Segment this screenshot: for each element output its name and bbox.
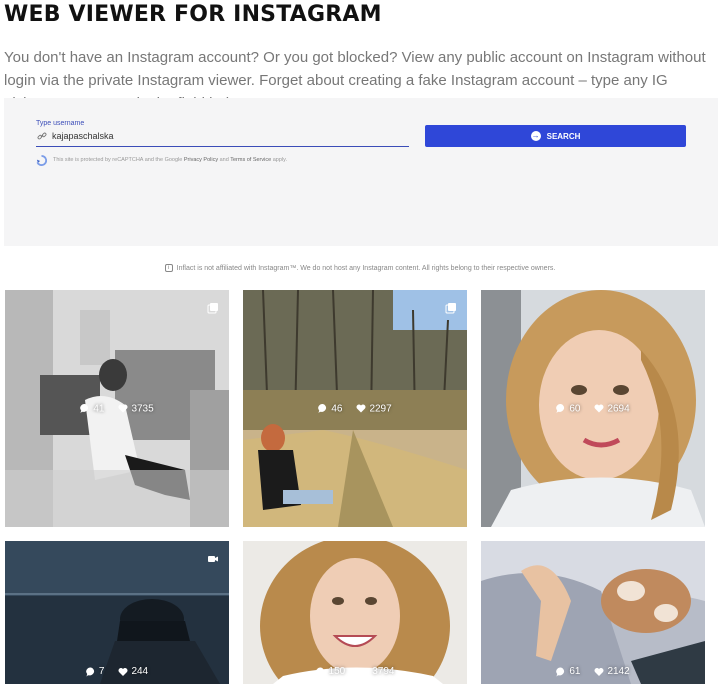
carousel-icon [207,303,218,314]
heart-icon [118,667,128,676]
post-tile[interactable]: 60 2694 [481,290,705,527]
search-button-label: SEARCH [546,131,581,141]
post-tile[interactable]: 150 3794 [243,541,467,684]
recaptcha-icon [36,155,47,166]
disclaimer-text: Inflact is not affiliated with Instagram… [176,264,556,272]
comment-icon [315,666,324,676]
recaptcha-note: This site is protected by reCAPTCHA and … [53,157,287,163]
post-stats: 61 2142 [481,666,705,677]
comment-icon [86,666,94,676]
post-tile[interactable]: 7 244 [5,541,229,684]
heart-icon [118,404,128,413]
heart-icon [359,667,369,676]
comments-count: 46 [318,403,342,414]
field-label: Type username [36,120,85,127]
comments-count: 60 [556,403,580,414]
post-stats: 150 3794 [243,666,467,677]
username-input[interactable] [52,129,392,143]
likes-count: 2694 [594,403,630,414]
post-photo [5,541,229,684]
link-icon [37,132,47,140]
heart-icon [594,667,604,676]
arrow-right-icon: → [530,131,541,141]
info-icon: i [164,264,173,272]
likes-count: 244 [118,666,148,677]
comment-icon [318,403,327,413]
page-title: WEB VIEWER FOR INSTAGRAM [4,2,382,27]
comments-count: 61 [556,666,580,677]
post-tile[interactable]: 61 2142 [481,541,705,684]
comments-count: 7 [86,666,104,677]
post-tile[interactable]: 41 3735 [5,290,229,527]
likes-count: 3735 [118,403,154,414]
post-stats: 60 2694 [481,403,705,414]
carousel-icon [445,303,456,314]
likes-count: 2142 [594,666,630,677]
post-photo [243,541,467,684]
video-icon [208,556,218,562]
post-stats: 41 3735 [5,403,229,414]
heart-icon [594,404,604,413]
comments-count: 41 [80,403,104,414]
disclaimer: i Inflact is not affiliated with Instagr… [0,264,720,272]
post-photo [481,541,705,684]
likes-count: 2297 [356,403,392,414]
search-panel: Type username → SEARCH This site is prot… [4,98,718,246]
post-stats: 7 244 [5,666,229,677]
post-tile[interactable]: 46 2297 [243,290,467,527]
post-stats: 46 2297 [243,403,467,414]
username-field[interactable]: Type username [36,120,409,147]
comment-icon [80,403,89,413]
privacy-policy-link[interactable]: Privacy Policy [184,157,218,163]
heart-icon [356,404,366,413]
terms-of-service-link[interactable]: Terms of Service [230,157,271,163]
likes-count: 3794 [359,666,394,677]
comments-count: 150 [315,666,345,677]
comment-icon [556,403,565,413]
comment-icon [556,666,565,676]
search-button[interactable]: → SEARCH [425,125,686,147]
